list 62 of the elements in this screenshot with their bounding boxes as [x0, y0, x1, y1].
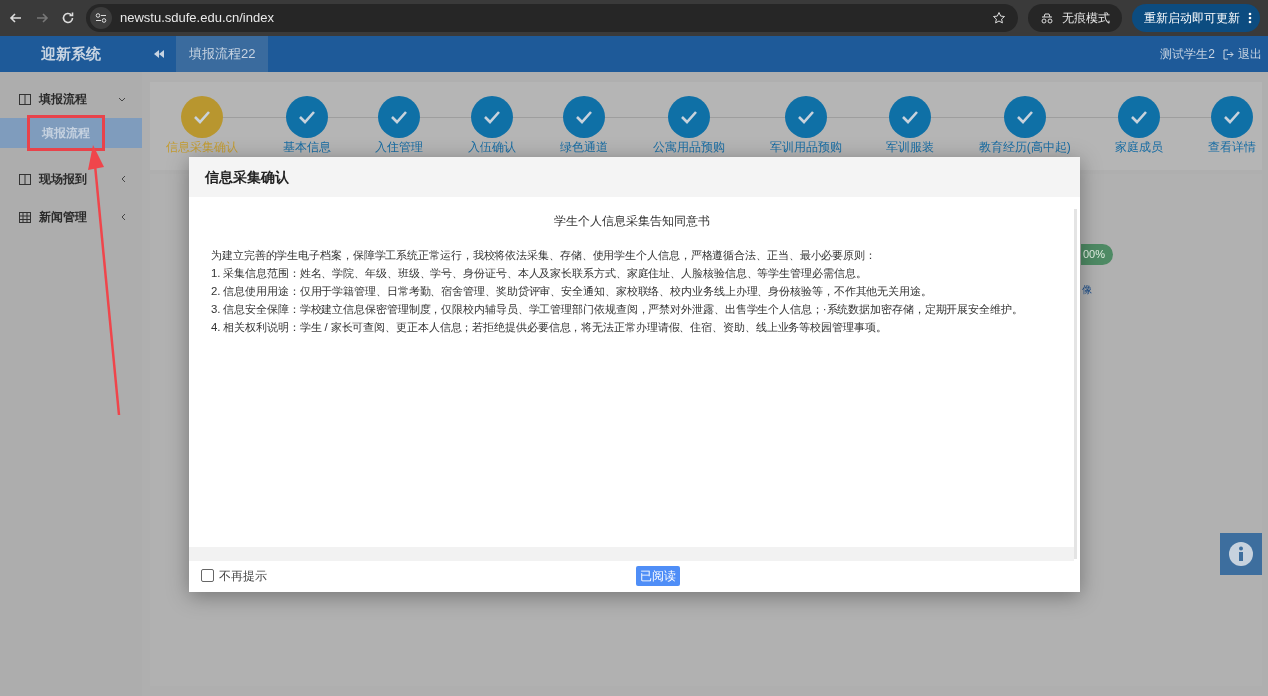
sidebar-subitem[interactable]: 填报流程 — [0, 118, 142, 148]
logout-icon — [1223, 48, 1234, 60]
check-icon — [796, 110, 815, 124]
check-icon — [1130, 110, 1149, 124]
consent-paragraph: 为建立完善的学生电子档案，保障学工系统正常运行，我校将依法采集、存储、使用学生个人信息，严格遵循合法、正当、最小必要原则： — [210, 248, 877, 263]
checkbox[interactable] — [201, 569, 214, 582]
step-label[interactable]: 军训服装 — [886, 138, 935, 156]
sidebar-item[interactable]: 新闻管理 — [0, 198, 142, 236]
dialog-title: 信息采集确认 — [205, 167, 289, 187]
update-button[interactable]: 重新启动即可更新 — [1132, 4, 1260, 32]
panel-icon — [19, 173, 31, 185]
consent-paragraph: 3. 信息安全保障：学校建立信息保密管理制度，仅限校内辅导员、学工管理部门依规查阅，严禁对外泄露、出售学生个人信息；·系统数据加密存储，定期开展安全维护。 — [210, 302, 1024, 317]
logout-link[interactable]: 退出 — [1223, 45, 1262, 63]
step-label[interactable]: 绿色通道 — [560, 138, 609, 156]
progress-badge: 00% — [1081, 244, 1114, 265]
confirm-button[interactable]: 已阅读 — [636, 565, 680, 586]
link-text[interactable]: 像 — [1082, 282, 1092, 297]
consent-paragraph: 2. 信息使用用途：仅用于学籍管理、日常考勤、宿舍管理、奖助贷评审、安全通知、家校联络、校内业务线上办理、身份核验等，不作其他无关用途。 — [210, 284, 933, 299]
collapse-icon[interactable] — [153, 49, 165, 59]
sidebar-item[interactable]: 填报流程 — [0, 80, 142, 118]
check-icon — [1015, 110, 1034, 124]
grid-icon — [19, 211, 31, 223]
document-heading: 学生个人信息采集告知同意书 — [552, 213, 711, 230]
incognito-label: 无痕模式 — [1062, 10, 1110, 27]
check-icon — [679, 110, 698, 124]
sidebar-item[interactable]: 现场报到 — [0, 160, 142, 198]
reload-icon[interactable] — [60, 10, 76, 26]
more-icon — [1248, 12, 1252, 24]
chevron-down-icon — [118, 96, 126, 102]
check-icon — [193, 110, 211, 124]
user-name: 测试学生2 — [1160, 46, 1215, 63]
consent-paragraph: 4. 相关权利说明：学生 / 家长可查阅、更正本人信息；若拒绝提供必要信息，将无法正常办理请假、住宿、资助、线上业务等校园管理事项。 — [210, 320, 888, 335]
horizontal-scrollbar[interactable] — [189, 547, 1074, 561]
info-icon — [1228, 541, 1254, 567]
step-label[interactable]: 入伍确认 — [467, 138, 516, 156]
incognito-badge[interactable]: 无痕模式 — [1028, 4, 1122, 32]
app-title: 迎新系统 — [40, 43, 102, 64]
incognito-icon — [1040, 12, 1054, 24]
chevron-left-icon — [121, 213, 126, 221]
check-icon — [575, 110, 594, 124]
step-label[interactable]: 教育经历(高中起) — [978, 138, 1071, 156]
step-label[interactable]: 家庭成员 — [1115, 138, 1164, 156]
check-icon — [482, 110, 501, 124]
step-label[interactable]: 查看详情 — [1207, 138, 1256, 156]
star-icon[interactable] — [992, 11, 1006, 25]
check-icon — [1222, 110, 1241, 124]
chevron-left-icon — [121, 175, 126, 183]
page-tab[interactable]: 填报流程22 — [176, 36, 269, 72]
step-label[interactable]: 入住管理 — [375, 138, 424, 156]
checkbox-label: 不再提示 — [219, 567, 267, 585]
step-label[interactable]: 基本信息 — [282, 138, 331, 156]
address-bar[interactable]: newstu.sdufe.edu.cn/index — [86, 4, 1018, 32]
consent-paragraph: 1. 采集信息范围：姓名、学院、年级、班级、学号、身份证号、本人及家长联系方式、家庭住址、人脸核验信息、等学生管理必需信息。 — [210, 266, 868, 281]
check-icon — [901, 110, 920, 124]
panel-icon — [19, 93, 31, 105]
check-icon — [390, 110, 409, 124]
step-label[interactable]: 军训用品预购 — [769, 138, 842, 156]
step-label[interactable]: 公寓用品预购 — [652, 138, 725, 156]
check-icon — [297, 110, 316, 124]
site-settings-icon — [95, 12, 107, 24]
url-text: newstu.sdufe.edu.cn/index — [120, 9, 275, 28]
info-button[interactable] — [1220, 533, 1262, 575]
